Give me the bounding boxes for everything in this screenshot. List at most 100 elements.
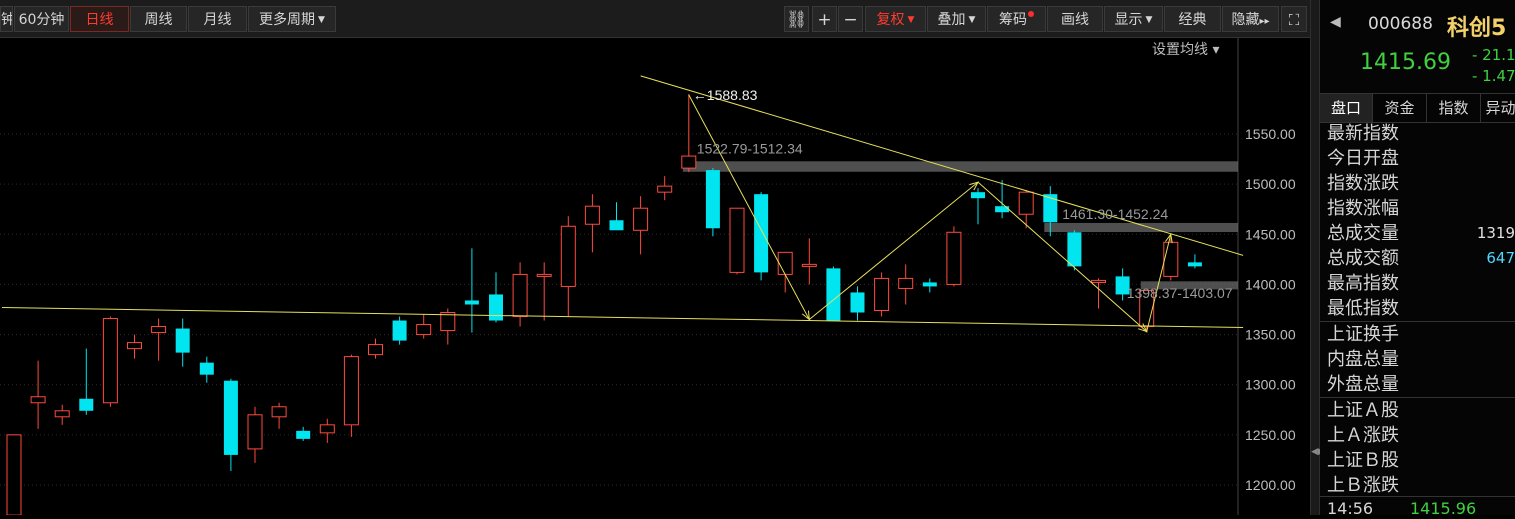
candle-body[interactable]: [995, 206, 1010, 213]
candle-body[interactable]: [536, 273, 552, 277]
price-zone-band: [1044, 222, 1238, 233]
last-price: 1415.69: [1360, 50, 1451, 75]
tab-3[interactable]: 异动: [1481, 94, 1515, 122]
candle-body[interactable]: [971, 192, 985, 199]
candle-body[interactable]: [633, 207, 649, 231]
quote-row-label: 上Ａ涨跌: [1327, 425, 1399, 446]
candle-body[interactable]: [319, 424, 335, 434]
fuquan-button-label: 复权: [876, 12, 905, 28]
kline-chart[interactable]: 1200.00 1250.00 1300.00 1350.00 1400.00 1450.…: [0, 38, 1310, 519]
candle-body[interactable]: [584, 205, 600, 225]
lock-icon[interactable]: ⛓: [784, 6, 809, 32]
zone-mid-annotation: 1461.30-1452.24: [1062, 206, 1168, 222]
candle-body[interactable]: [223, 380, 238, 455]
zoom-in-icon[interactable]: +: [812, 6, 837, 32]
zone-top-annotation: 1522.79-1512.34: [697, 140, 803, 156]
candle-body[interactable]: [777, 251, 793, 275]
quote-row-label: 总成交额: [1327, 248, 1399, 269]
candle-body[interactable]: [416, 324, 432, 336]
candle-body[interactable]: [271, 406, 287, 418]
tab-1[interactable]: 资金: [1373, 94, 1427, 122]
candle-body[interactable]: [801, 263, 817, 267]
hide-button[interactable]: 隐藏▸▸: [1222, 6, 1279, 32]
candle-body[interactable]: [512, 273, 528, 318]
candle-body[interactable]: [754, 194, 769, 273]
candle-body[interactable]: [705, 170, 720, 229]
candle-body[interactable]: [392, 320, 407, 341]
candle-body[interactable]: [898, 277, 914, 289]
candle-body[interactable]: [175, 328, 190, 353]
candle-body[interactable]: [657, 185, 673, 193]
candle-body[interactable]: [729, 207, 745, 273]
display-button[interactable]: 显示 ▼: [1104, 6, 1163, 32]
hide-button-label: 隐藏: [1231, 12, 1260, 28]
quote-row: 最低指数: [1320, 296, 1515, 321]
quote-row: 内盘总量: [1320, 347, 1515, 372]
quote-row-label: 最新指数: [1327, 123, 1399, 144]
quote-row-value: 647: [1486, 249, 1515, 267]
fullscreen-icon[interactable]: ⛶: [1281, 6, 1307, 32]
period-minute-partial[interactable]: 钟: [0, 6, 13, 32]
trend-line[interactable]: [1, 306, 1244, 329]
candle-body[interactable]: [922, 282, 937, 287]
ma-settings-link[interactable]: 设置均线 ▾: [1152, 42, 1219, 58]
candle-body[interactable]: [1067, 232, 1082, 267]
quote-row: 今日开盘: [1320, 146, 1515, 171]
candle-body[interactable]: [368, 344, 383, 356]
candle-body[interactable]: [1187, 262, 1202, 267]
draw-line-button[interactable]: 画线: [1047, 6, 1103, 32]
candle-body[interactable]: [127, 342, 142, 350]
candle-body[interactable]: [79, 398, 94, 411]
quote-row-label: 最低指数: [1327, 298, 1399, 319]
quote-row: 外盘总量: [1320, 372, 1515, 397]
candle-body[interactable]: [343, 356, 359, 426]
candle-body[interactable]: [6, 434, 22, 516]
candle-body[interactable]: [826, 268, 841, 321]
y-tick-label: 1250.00: [1245, 427, 1296, 443]
classic-button[interactable]: 经典: [1164, 6, 1221, 32]
back-arrow-icon[interactable]: ◀: [1330, 14, 1341, 30]
candle-body[interactable]: [560, 225, 576, 287]
y-tick-label: 1400.00: [1245, 276, 1296, 292]
panel-divider[interactable]: [1310, 0, 1320, 515]
quote-row: 指数涨幅: [1320, 196, 1515, 221]
candle-body[interactable]: [874, 277, 890, 312]
candle-body[interactable]: [30, 396, 46, 404]
candle-body[interactable]: [850, 292, 865, 313]
candle-body[interactable]: [247, 414, 263, 450]
period-60min[interactable]: 60分钟: [14, 6, 69, 32]
quote-row: 上证换手: [1320, 322, 1515, 347]
fuquan-button[interactable]: 复权 ▼: [865, 6, 926, 32]
candle-body[interactable]: [489, 294, 503, 321]
candle-body[interactable]: [1163, 241, 1179, 277]
y-tick-label: 1200.00: [1245, 477, 1296, 493]
quote-row: 上证Ａ股: [1320, 398, 1515, 423]
period-day[interactable]: 日线: [70, 6, 129, 32]
candle-body[interactable]: [151, 326, 167, 334]
candle-body[interactable]: [609, 220, 624, 231]
candle-body[interactable]: [681, 155, 697, 169]
candle-body[interactable]: [1018, 191, 1034, 215]
peak-annotation: ←1588.83: [693, 87, 758, 103]
overlay-button[interactable]: 叠加 ▼: [927, 6, 986, 32]
y-tick-label: 1550.00: [1245, 126, 1296, 142]
candle-body[interactable]: [946, 231, 962, 285]
candle-body[interactable]: [1091, 279, 1106, 283]
candle-body[interactable]: [54, 410, 70, 418]
period-week[interactable]: 周线: [130, 6, 187, 32]
period-more[interactable]: 更多周期 ▼: [248, 6, 336, 32]
tab-0[interactable]: 盘口: [1320, 94, 1373, 122]
chips-button[interactable]: 筹码: [987, 6, 1046, 32]
tab-2[interactable]: 指数: [1427, 94, 1481, 122]
candle-body[interactable]: [199, 362, 214, 375]
quote-row-label: 上证换手: [1327, 324, 1399, 345]
price-change: - 21.1: [1472, 46, 1515, 64]
zoom-out-icon[interactable]: −: [838, 6, 863, 32]
candle-body[interactable]: [102, 318, 118, 404]
quote-row-value: 1319: [1476, 224, 1515, 242]
candle-body[interactable]: [464, 300, 479, 305]
candle-body[interactable]: [296, 430, 311, 439]
period-month[interactable]: 月线: [188, 6, 247, 32]
quote-row-label: 上Ｂ涨跌: [1327, 475, 1399, 496]
kline-chart-svg[interactable]: 1200.00 1250.00 1300.00 1350.00 1400.00 1450.…: [0, 38, 1310, 519]
